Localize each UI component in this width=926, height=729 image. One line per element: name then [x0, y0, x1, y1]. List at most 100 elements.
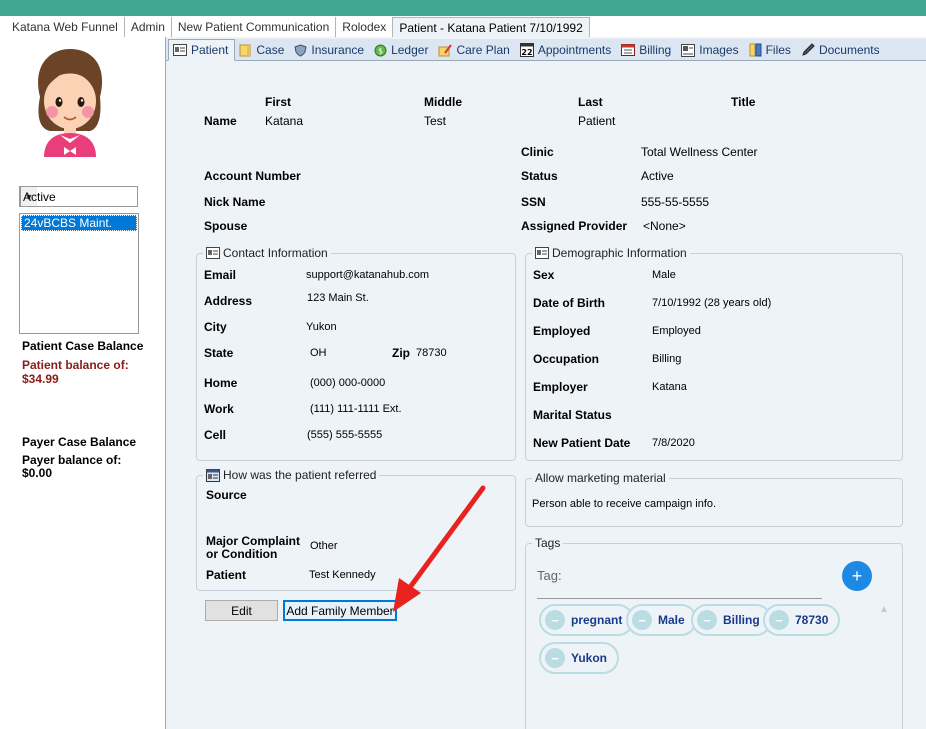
care-plan-icon	[438, 43, 453, 56]
id-card-icon	[206, 247, 220, 259]
dob-value: 7/10/1992 (28 years old)	[652, 297, 772, 309]
middle-name-header: Middle	[424, 95, 462, 109]
last-name-header: Last	[578, 95, 603, 109]
tab-appointments[interactable]: 22 Appointments	[516, 40, 617, 60]
tab-label: Documents	[818, 43, 880, 57]
zip-label: Zip	[392, 346, 410, 360]
tab-label: Appointments	[537, 43, 612, 57]
tab-billing[interactable]: Billing	[617, 40, 677, 60]
tag-chip[interactable]: − 78730	[763, 604, 841, 636]
remove-tag-icon[interactable]: −	[545, 610, 565, 630]
remove-tag-icon[interactable]: −	[769, 610, 789, 630]
tag-chip[interactable]: − Yukon	[539, 642, 620, 674]
group-title: Allow marketing material	[532, 471, 669, 485]
tag-chip[interactable]: − Billing	[691, 604, 772, 636]
tab-label: Case	[256, 43, 285, 57]
tab-label: Ledger	[391, 43, 429, 57]
remove-tag-icon[interactable]: −	[697, 610, 717, 630]
tab-insurance[interactable]: Insurance	[290, 40, 370, 60]
name-label: Name	[204, 114, 237, 128]
tab-label: Insurance	[311, 43, 365, 57]
home-phone-value: (000) 000-0000	[310, 377, 386, 389]
tag-input[interactable]: Tag:	[537, 568, 562, 583]
referral-icon	[206, 468, 220, 482]
svg-text:$: $	[378, 46, 383, 55]
nick-name-label: Nick Name	[204, 195, 266, 209]
tag-chip[interactable]: − pregnant	[539, 604, 635, 636]
source-label: Source	[206, 488, 247, 502]
occupation-value: Billing	[652, 353, 682, 365]
tab-care-plan[interactable]: Care Plan	[434, 40, 515, 60]
employed-value: Employed	[652, 325, 701, 337]
money-icon: $	[374, 44, 387, 56]
add-family-member-button[interactable]: Add Family Member	[283, 600, 397, 621]
clinic-value: Total Wellness Center	[641, 145, 758, 159]
image-icon	[681, 43, 696, 57]
first-name-header: First	[265, 95, 292, 109]
main-tab-strip: Katana Web Funnel Admin New Patient Comm…	[0, 17, 926, 37]
list-item[interactable]: 24vBCBS Maint.	[21, 215, 137, 231]
tab-label: Care Plan	[456, 43, 510, 57]
tag-label: pregnant	[571, 613, 623, 627]
tab-patient[interactable]: Patient	[168, 39, 236, 61]
tab-label: Images	[699, 43, 739, 57]
employed-label: Employed	[533, 324, 591, 338]
tab-images[interactable]: Images	[677, 40, 744, 60]
email-value: support@katanahub.com	[306, 269, 430, 281]
id-card-icon	[535, 247, 549, 259]
scroll-up-icon[interactable]: ▲	[877, 602, 891, 616]
tab-files[interactable]: Files	[745, 40, 797, 60]
referral-patient-label: Patient	[206, 568, 247, 582]
group-title: Contact Information	[203, 246, 331, 260]
patient-avatar	[38, 49, 103, 157]
edit-button[interactable]: Edit	[205, 600, 278, 621]
group-title: How was the patient referred	[203, 468, 380, 482]
spouse-label: Spouse	[204, 219, 248, 233]
tab-patient-record[interactable]: Patient - Katana Patient 7/10/1992	[392, 17, 590, 37]
payer-balance-text: Payer balance of: $0.00	[22, 453, 122, 480]
marketing-text: Person able to receive campaign info.	[532, 498, 717, 510]
employer-value: Katana	[652, 381, 687, 393]
cell-phone-value: (555) 555-5555	[307, 429, 383, 441]
tab-admin[interactable]: Admin	[125, 17, 172, 37]
status-value: Active	[641, 169, 674, 183]
tag-label: 78730	[795, 613, 829, 627]
patient-case-balance-title: Patient Case Balance	[22, 339, 144, 353]
tag-label: Billing	[723, 613, 760, 627]
first-name-value: Katana	[265, 114, 304, 128]
title-header: Title	[731, 95, 756, 109]
tab-documents[interactable]: Documents	[797, 40, 886, 60]
city-value: Yukon	[306, 321, 337, 333]
tab-ledger[interactable]: $ Ledger	[370, 40, 434, 60]
patient-content: Patient Case Insurance $ Ledger Care Pla…	[166, 37, 926, 729]
add-tag-button[interactable]: +	[842, 561, 872, 591]
major-complaint-label-line2: or Condition	[206, 547, 278, 561]
tag-label: Yukon	[571, 651, 608, 665]
tab-katana-web-funnel[interactable]: Katana Web Funnel	[6, 17, 125, 37]
assigned-provider-label: Assigned Provider	[521, 219, 628, 233]
pen-icon	[802, 43, 815, 56]
referral-patient-value: Test Kennedy	[309, 569, 376, 581]
id-card-icon	[173, 44, 187, 56]
home-phone-label: Home	[204, 376, 238, 390]
state-value: OH	[310, 347, 327, 359]
major-complaint-value: Other	[310, 540, 338, 552]
zip-value: 78730	[416, 347, 447, 359]
svg-text:22: 22	[521, 48, 532, 57]
case-status-select[interactable]: Active ▼	[19, 186, 138, 207]
tab-new-patient-communication[interactable]: New Patient Communication	[172, 17, 337, 37]
case-list[interactable]: 24vBCBS Maint.	[19, 213, 139, 334]
remove-tag-icon[interactable]: −	[632, 610, 652, 630]
tag-chip[interactable]: − Male	[626, 604, 697, 636]
remove-tag-icon[interactable]: −	[545, 648, 565, 668]
calendar-icon: 22	[519, 43, 534, 57]
last-name-value: Patient	[578, 114, 616, 128]
group-title: Demographic Information	[532, 246, 690, 260]
tab-rolodex[interactable]: Rolodex	[336, 17, 392, 37]
work-phone-label: Work	[204, 402, 234, 416]
patient-sub-tabs: Patient Case Insurance $ Ledger Care Pla…	[166, 39, 926, 61]
tab-case[interactable]: Case	[235, 40, 290, 60]
state-label: State	[204, 346, 234, 360]
case-status-value: Active	[23, 189, 56, 204]
group-title: Tags	[532, 536, 564, 550]
